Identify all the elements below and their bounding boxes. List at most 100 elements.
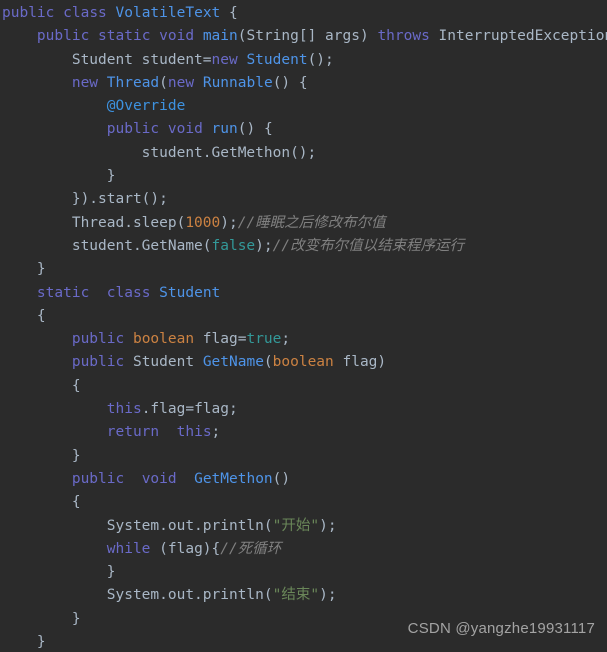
code-token: public (106, 121, 160, 138)
csdn-watermark: CSDN @yangzhe19931117 (407, 619, 595, 637)
code-token: student.GetName( (2, 237, 212, 254)
code-token: } (2, 168, 116, 185)
code-token: throws (377, 28, 430, 45)
code-line: public void run() { (2, 118, 607, 141)
code-token: new (71, 74, 99, 91)
code-token: (); (307, 51, 334, 68)
code-token: 1000 (185, 214, 221, 231)
code-token: //死循环 (220, 540, 282, 557)
code-token: () { (272, 74, 308, 91)
code-token: while (106, 540, 151, 557)
code-line: public static void main(String[] args) t… (2, 25, 607, 48)
code-token: void (167, 121, 203, 138)
code-token: ); (319, 517, 337, 534)
code-token: () { (237, 121, 273, 138)
code-token: Student (246, 51, 308, 68)
code-token: public (2, 5, 55, 21)
code-line: } (2, 445, 607, 468)
code-token: { (2, 377, 81, 394)
code-token: GetMethon (194, 470, 273, 487)
code-token: ); (220, 214, 238, 231)
code-token: (flag){ (150, 540, 221, 557)
code-token: //睡眠之后修改布尔值 (237, 214, 386, 231)
code-token: Thread.sleep( (2, 214, 186, 231)
code-token: void (141, 470, 177, 487)
code-token: { (220, 5, 238, 21)
code-line: { (2, 375, 607, 398)
code-content[interactable]: public class VolatileText { public stati… (0, 0, 607, 652)
code-token: main (202, 28, 238, 45)
code-line: @Override (2, 95, 607, 118)
code-line: { (2, 305, 607, 328)
code-line: new Thread(new Runnable() { (2, 72, 607, 95)
code-token: System.out.println( (2, 517, 273, 534)
code-line: } (2, 165, 607, 188)
code-token: public (71, 354, 125, 371)
code-token: void (159, 28, 195, 45)
code-line: Student student=new Student(); (2, 49, 607, 72)
code-token: return (106, 424, 160, 441)
code-token: InterruptedException { (438, 28, 607, 45)
code-token: static (36, 284, 90, 301)
code-token: //改变布尔值以结束程序运行 (272, 237, 465, 254)
code-token: ); (255, 237, 273, 254)
code-token: }).start(); (2, 191, 168, 208)
code-line: student.GetMethon(); (2, 142, 607, 165)
code-token: } (2, 261, 46, 278)
code-token: false (211, 237, 256, 254)
code-token: this (176, 424, 212, 441)
code-token: student.GetMethon(); (2, 144, 317, 161)
code-token: new (167, 74, 195, 91)
code-token: ; (211, 424, 221, 441)
code-token: VolatileText (115, 5, 221, 21)
code-line: public void GetMethon() (2, 468, 607, 491)
code-line: public Student GetName(boolean flag) (2, 351, 607, 374)
code-token: GetName (202, 354, 264, 371)
code-line: student.GetName(false);//改变布尔值以结束程序运行 (2, 235, 607, 258)
code-token: ( (159, 74, 168, 91)
code-line: } (2, 561, 607, 584)
code-token: } (2, 610, 81, 627)
code-line: while (flag){//死循环 (2, 538, 607, 561)
code-token: public (36, 28, 90, 45)
code-token: Student (124, 354, 203, 371)
code-editor[interactable]: public class VolatileText { public stati… (0, 0, 607, 652)
code-line: public class VolatileText { (2, 2, 607, 25)
code-token: .flag=flag; (141, 401, 238, 418)
code-token: Student (159, 284, 221, 301)
code-token: () (272, 470, 291, 487)
code-token: ; (281, 331, 291, 348)
code-token: System.out.println( (2, 587, 273, 604)
code-token: flag= (194, 331, 247, 348)
code-token: static (98, 28, 151, 45)
code-token: } (2, 447, 81, 464)
code-line: }).start(); (2, 188, 607, 211)
code-token: this (106, 401, 142, 418)
code-token: Student student= (2, 51, 212, 68)
code-token: flag) (333, 354, 387, 371)
code-token: Thread (106, 74, 160, 91)
code-token: true (246, 331, 282, 348)
code-token: } (2, 634, 46, 651)
